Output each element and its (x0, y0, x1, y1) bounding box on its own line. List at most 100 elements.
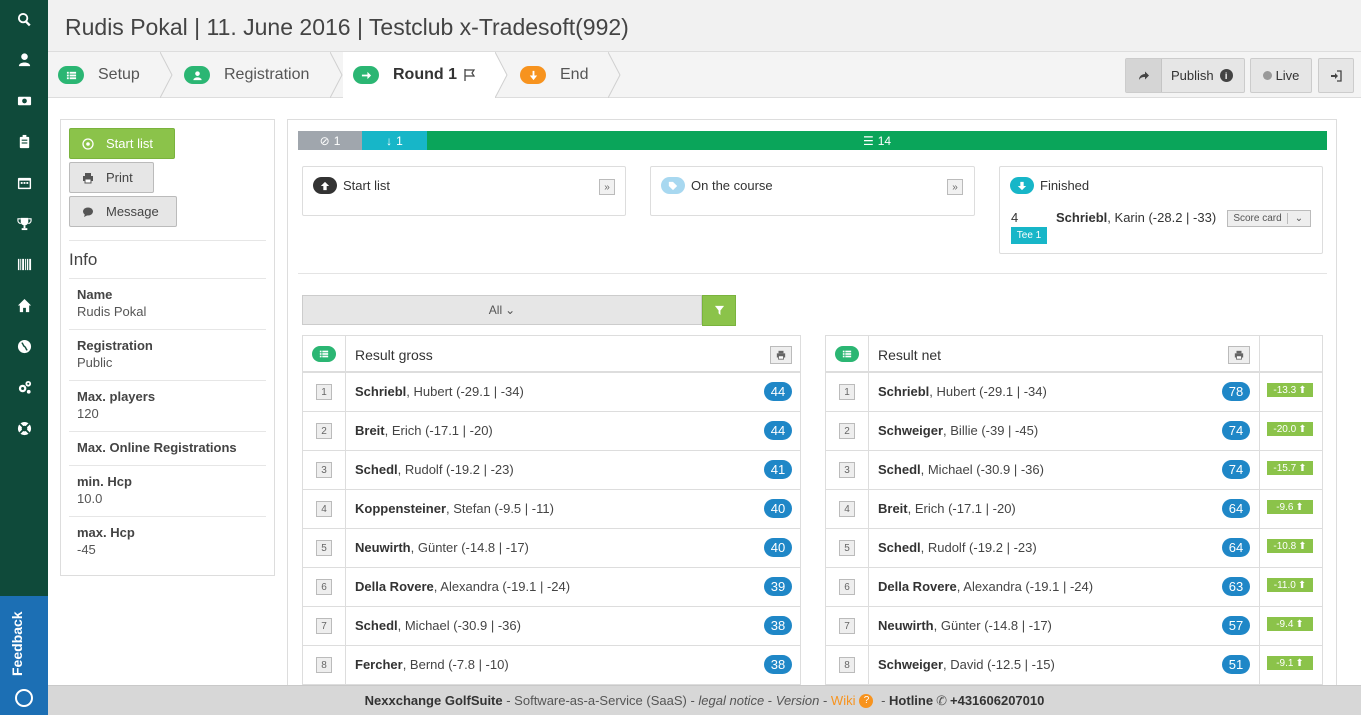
step-setup[interactable]: Setup (58, 52, 170, 98)
table-row[interactable]: 7 Schedl, Michael (-30.9 | -36) 38 (303, 607, 800, 646)
rank-badge: 5 (839, 540, 855, 556)
table-row[interactable]: 1 Schriebl, Hubert (-29.1 | -34) 44 (303, 373, 800, 412)
print-button[interactable] (1228, 346, 1250, 364)
player-name[interactable]: Fercher, Bernd (-7.8 | -10) (355, 657, 509, 672)
player-name[interactable]: Breit, Erich (-17.1 | -20) (878, 501, 1016, 516)
player-name[interactable]: Della Rovere, Alexandra (-19.1 | -24) (355, 579, 570, 594)
score-card-button[interactable]: Score card ⌄ (1227, 210, 1311, 227)
column-divider (1259, 490, 1260, 528)
delta-value: -9.6 (1276, 501, 1294, 513)
table-row[interactable]: 8 Schweiger, David (-12.5 | -15) 51 -9.1 ⬆ (826, 646, 1322, 685)
player-name[interactable]: Neuwirth, Günter (-14.8 | -17) (355, 540, 529, 555)
player-name[interactable]: Schriebl, Hubert (-29.1 | -34) (878, 384, 1047, 399)
player-name[interactable]: Schweiger, David (-12.5 | -15) (878, 657, 1055, 672)
status-progress-bar: ⊘ 1 ↓ 1 ☰ 14 (298, 131, 1327, 150)
version-link[interactable]: Version (776, 693, 820, 708)
list-icon (58, 66, 84, 84)
hotline-label: Hotline (889, 693, 934, 708)
player-name[interactable]: Breit, Erich (-17.1 | -20) (355, 423, 493, 438)
player-name[interactable]: Koppensteiner, Stefan (-9.5 | -11) (355, 501, 554, 516)
player-surname: Fercher (355, 657, 403, 672)
progress-excluded[interactable]: ⊘ 1 (298, 131, 362, 150)
table-row[interactable]: 8 Fercher, Bernd (-7.8 | -10) 38 (303, 646, 800, 685)
step-round-1-label: Round 1 (393, 66, 457, 83)
table-row[interactable]: 2 Schweiger, Billie (-39 | -45) 74 -20.0 ⬆ (826, 412, 1322, 451)
delta-badge: -10.8 ⬆ (1267, 539, 1313, 553)
calendar-icon[interactable] (0, 170, 48, 194)
player-details: , Günter (-14.8 | -17) (410, 540, 529, 555)
table-row[interactable]: 3 Schedl, Rudolf (-19.2 | -23) 41 (303, 451, 800, 490)
player-surname: Schedl (355, 462, 398, 477)
table-row[interactable]: 4 Breit, Erich (-17.1 | -20) 64 -9.6 ⬆ (826, 490, 1322, 529)
table-row[interactable]: 1 Schriebl, Hubert (-29.1 | -34) 78 -13.3 ⬆ (826, 373, 1322, 412)
cogs-icon[interactable] (0, 375, 48, 399)
trophy-icon[interactable] (0, 211, 48, 235)
wiki-link[interactable]: Wiki (831, 693, 856, 708)
player-name[interactable]: Schweiger, Billie (-39 | -45) (878, 423, 1038, 438)
player-name[interactable]: Schedl, Michael (-30.9 | -36) (355, 618, 521, 633)
live-button[interactable]: Live (1250, 58, 1312, 93)
globe-icon[interactable] (0, 334, 48, 358)
score-badge: 64 (1222, 538, 1250, 557)
player-name[interactable]: Schedl, Rudolf (-19.2 | -23) (355, 462, 514, 477)
table-row[interactable]: 5 Neuwirth, Günter (-14.8 | -17) 40 (303, 529, 800, 568)
user-icon[interactable] (0, 47, 48, 71)
score-badge: 40 (764, 538, 792, 557)
flag-icon (463, 68, 477, 82)
publish-button[interactable]: Publish i (1125, 58, 1245, 93)
info-item-registration: Registration Public (69, 329, 266, 380)
player-name[interactable]: Schriebl, Hubert (-29.1 | -34) (355, 384, 524, 399)
print-button[interactable] (770, 346, 792, 364)
info-item-max-players: Max. players 120 (69, 380, 266, 431)
player-surname: Schriebl (355, 384, 407, 399)
feedback-tab[interactable]: Feedback (0, 596, 48, 715)
expand-button[interactable]: » (599, 179, 615, 195)
info-label: max. Hcp (77, 525, 135, 540)
search-icon[interactable] (0, 7, 48, 31)
player-surname: Schweiger (878, 423, 944, 438)
progress-on-course[interactable]: ↓ 1 (362, 131, 427, 150)
progress-finished[interactable]: ☰ 14 (427, 131, 1327, 150)
step-end[interactable]: End (520, 52, 615, 98)
filter-button[interactable] (702, 295, 736, 326)
delta-value: -9.4 (1276, 618, 1294, 630)
table-row[interactable]: 7 Neuwirth, Günter (-14.8 | -17) 57 -9.4 ⬆ (826, 607, 1322, 646)
player-name[interactable]: Schedl, Rudolf (-19.2 | -23) (878, 540, 1037, 555)
score-badge: 38 (764, 655, 792, 674)
player-name[interactable]: Neuwirth, Günter (-14.8 | -17) (878, 618, 1052, 633)
legal-notice-link[interactable]: legal notice (698, 693, 764, 708)
table-row[interactable]: 5 Schedl, Rudolf (-19.2 | -23) 64 -10.8 ⬆ (826, 529, 1322, 568)
money-icon[interactable] (0, 88, 48, 112)
filter-select[interactable]: All ⌄ (302, 295, 702, 325)
step-registration[interactable]: Registration (184, 52, 334, 98)
logout-button[interactable] (1318, 58, 1354, 93)
print-button[interactable]: Print (69, 162, 154, 193)
delta-value: -13.3 (1273, 384, 1297, 396)
player-name[interactable]: Schedl, Michael (-30.9 | -36) (878, 462, 1044, 477)
score-card-label: Score card (1228, 213, 1288, 224)
barcode-icon[interactable] (0, 252, 48, 276)
arrow-up-icon: ⬆ (1295, 501, 1304, 513)
start-list-button[interactable]: Start list (69, 128, 175, 159)
left-panel: Start list Print Message Info Name Rudis… (60, 119, 275, 576)
table-row[interactable]: 3 Schedl, Michael (-30.9 | -36) 74 -15.7 ⬆ (826, 451, 1322, 490)
player-details: , Alexandra (-19.1 | -24) (433, 579, 571, 594)
step-round-1[interactable]: Round 1 (343, 52, 495, 98)
hotline-number[interactable]: +431606207010 (950, 693, 1044, 708)
expand-button[interactable]: » (947, 179, 963, 195)
info-value: Rudis Pokal (77, 304, 147, 319)
home-icon[interactable] (0, 293, 48, 317)
message-button[interactable]: Message (69, 196, 177, 227)
play-circle-icon (70, 137, 106, 150)
table-row[interactable]: 6 Della Rovere, Alexandra (-19.1 | -24) 63… (826, 568, 1322, 607)
player-surname: Della Rovere (878, 579, 957, 594)
clipboard-icon[interactable] (0, 129, 48, 153)
player-name[interactable]: Della Rovere, Alexandra (-19.1 | -24) (878, 579, 1093, 594)
player-surname: Schedl (355, 618, 398, 633)
finished-entry-name[interactable]: Schriebl, Karin (-28.2 | -33) (1056, 210, 1216, 225)
table-row[interactable]: 2 Breit, Erich (-17.1 | -20) 44 (303, 412, 800, 451)
life-ring-icon[interactable] (0, 416, 48, 440)
rank-badge: 6 (316, 579, 332, 595)
table-row[interactable]: 4 Koppensteiner, Stefan (-9.5 | -11) 40 (303, 490, 800, 529)
table-row[interactable]: 6 Della Rovere, Alexandra (-19.1 | -24) 39 (303, 568, 800, 607)
